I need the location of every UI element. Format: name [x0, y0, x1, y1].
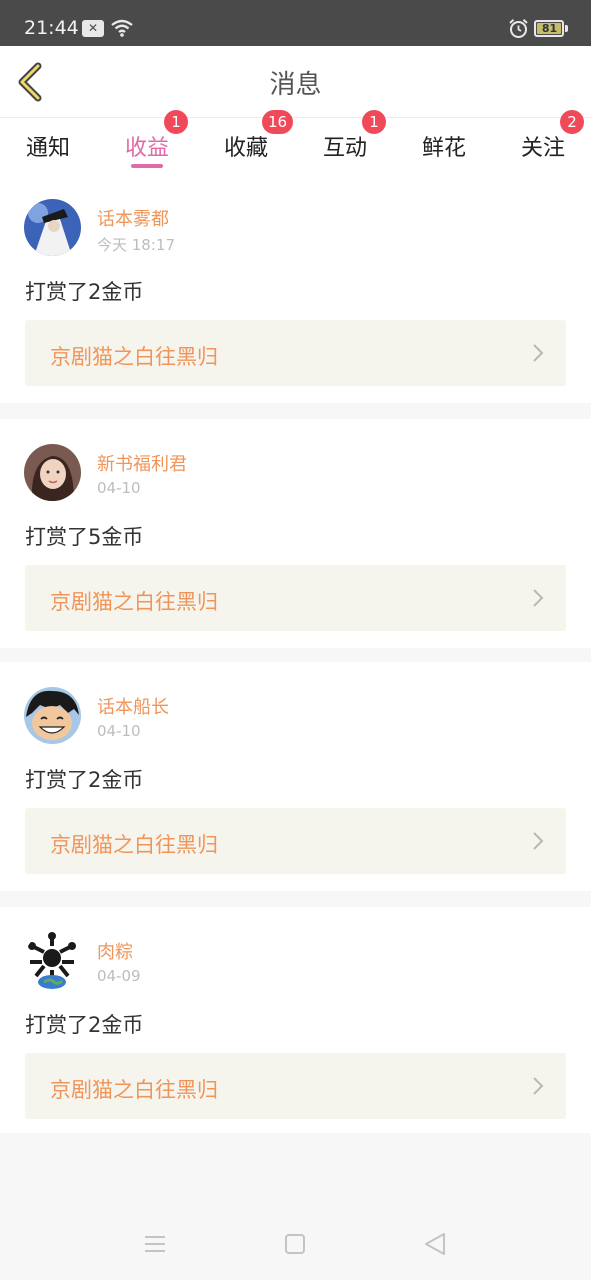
message-card: 肉粽 04-09 打赏了2金币 京剧猫之白往黑归	[0, 907, 591, 1133]
tab-following[interactable]: 关注 2	[503, 110, 584, 170]
tab-favorites[interactable]: 收藏 16	[206, 110, 294, 170]
page-title: 消息	[269, 70, 322, 100]
tab-label: 关注	[520, 136, 565, 161]
tab-earnings[interactable]: 收益 1	[107, 110, 188, 170]
message-date: 04-09	[97, 967, 141, 985]
wifi-icon	[111, 19, 133, 37]
avatar[interactable]	[24, 687, 81, 744]
menu-icon[interactable]	[144, 1234, 166, 1254]
status-bar: 21:44 ✕ 81	[0, 0, 591, 46]
user-name[interactable]: 肉粽	[97, 938, 133, 964]
book-link[interactable]: 京剧猫之白往黑归	[25, 1053, 566, 1119]
alarm-icon	[509, 19, 528, 38]
tab-label: 通知	[25, 136, 70, 161]
tab-bar: 通知 收益 1 收藏 16 互动 1 鲜花 关注 2	[0, 110, 591, 174]
tab-notifications[interactable]: 通知	[8, 126, 88, 170]
book-link[interactable]: 京剧猫之白往黑归	[25, 320, 566, 386]
system-nav-bar	[0, 1210, 591, 1280]
message-text: 打赏了5金币	[25, 525, 144, 549]
tab-label: 鲜花	[421, 136, 466, 161]
unread-badge: 1	[362, 110, 386, 134]
tab-label: 收藏	[223, 136, 268, 161]
message-card: 话本船长 04-10 打赏了2金币 京剧猫之白往黑归	[0, 662, 591, 891]
book-link[interactable]: 京剧猫之白往黑归	[25, 808, 566, 874]
home-icon[interactable]	[285, 1234, 305, 1254]
back-triangle-icon[interactable]	[424, 1232, 446, 1256]
tab-label: 互动	[322, 136, 367, 161]
chevron-right-icon	[533, 832, 544, 850]
message-text: 打赏了2金币	[25, 1013, 144, 1037]
message-date: 今天 18:17	[97, 236, 175, 254]
avatar[interactable]	[24, 199, 81, 256]
battery-level: 81	[541, 22, 558, 35]
user-name[interactable]: 新书福利君	[97, 450, 187, 476]
message-text: 打赏了2金币	[25, 768, 144, 792]
book-title: 京剧猫之白往黑归	[50, 345, 218, 369]
unread-badge: 16	[262, 110, 294, 134]
tab-interactions[interactable]: 互动 1	[305, 110, 386, 170]
chevron-right-icon	[533, 589, 544, 607]
tab-flowers[interactable]: 鲜花	[404, 126, 484, 170]
notification-x-icon: ✕	[82, 20, 104, 37]
unread-badge: 2	[560, 110, 584, 134]
book-title: 京剧猫之白往黑归	[50, 590, 218, 614]
user-name[interactable]: 话本船长	[97, 693, 169, 719]
status-time: 21:44	[24, 17, 79, 39]
unread-badge: 1	[164, 110, 188, 134]
chevron-right-icon	[533, 1077, 544, 1095]
book-title: 京剧猫之白往黑归	[50, 1078, 218, 1102]
chevron-right-icon	[533, 344, 544, 362]
message-card: 新书福利君 04-10 打赏了5金币 京剧猫之白往黑归	[0, 419, 591, 648]
message-card: 话本雾都 今天 18:17 打赏了2金币 京剧猫之白往黑归	[0, 174, 591, 403]
message-date: 04-10	[97, 722, 141, 740]
book-title: 京剧猫之白往黑归	[50, 833, 218, 857]
avatar[interactable]	[24, 932, 81, 989]
avatar[interactable]	[24, 444, 81, 501]
user-name[interactable]: 话本雾都	[97, 205, 169, 231]
message-text: 打赏了2金币	[25, 280, 144, 304]
tab-label: 收益	[124, 136, 169, 161]
active-tab-indicator	[131, 164, 163, 168]
header: 消息	[0, 46, 591, 118]
message-date: 04-10	[97, 479, 141, 497]
battery-icon: 81	[534, 20, 564, 37]
book-link[interactable]: 京剧猫之白往黑归	[25, 565, 566, 631]
